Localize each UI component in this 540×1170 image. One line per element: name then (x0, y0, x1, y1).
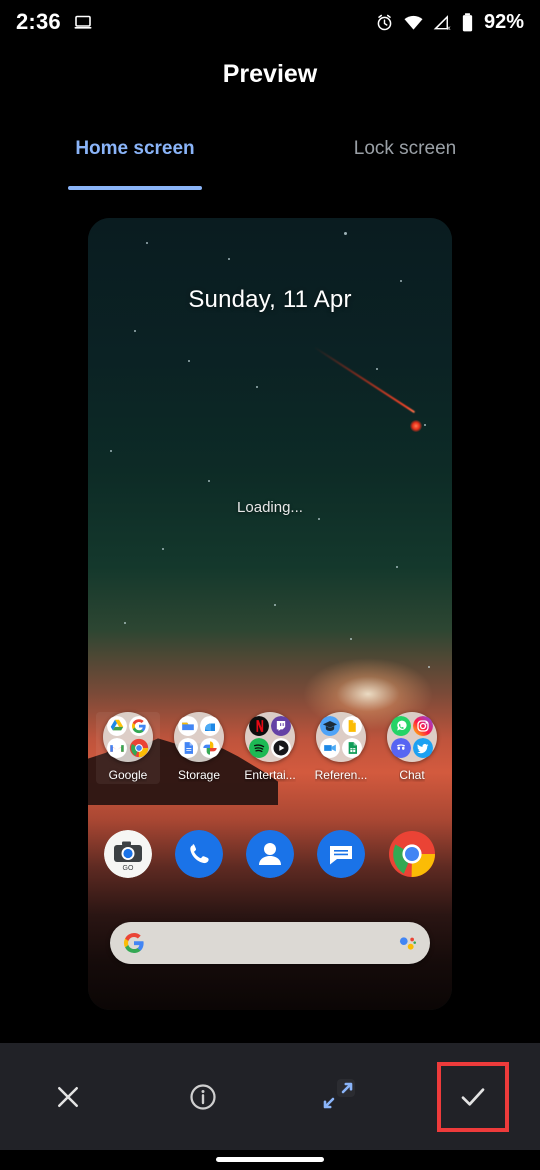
files-icon (178, 716, 198, 736)
messages-icon (317, 830, 365, 878)
apply-button[interactable] (436, 1061, 509, 1132)
wallpaper-loading-label: Loading... (237, 499, 303, 516)
home-folder-row: Google Storage Entertai... Referen... Ch… (96, 712, 444, 784)
toolbar-cell-apply (405, 1043, 540, 1150)
meteor-head-icon (410, 420, 422, 432)
folder-google-label: Google (108, 768, 148, 782)
toolbar-cell-info (135, 1043, 270, 1150)
tab-home-screen-label: Home screen (75, 138, 195, 159)
phone-icon (175, 830, 223, 878)
folder-storage-label: Storage (177, 768, 221, 782)
netflix-icon (249, 716, 269, 736)
svg-text:x: x (447, 25, 451, 32)
wallpaper-date-label: Sunday, 11 Apr (188, 286, 352, 313)
tab-bar: Home screen Lock screen (0, 128, 540, 190)
dock-item-chrome[interactable] (380, 830, 444, 878)
camera-go-icon: GO (104, 830, 152, 878)
contacts-icon (246, 830, 294, 878)
phone-screen: 2:36 x 92% Preview Home screen Lock scre… (0, 0, 540, 1170)
twitter-icon (413, 738, 433, 758)
toolbar-cell-expand (270, 1043, 405, 1150)
expand-button[interactable] (302, 1062, 374, 1132)
sheets-icon (342, 738, 362, 758)
discord-icon (391, 738, 411, 758)
folder-google-icon (103, 712, 153, 762)
folder-entertainment-label: Entertai... (244, 768, 296, 782)
battery-icon (462, 12, 473, 31)
tab-home-screen[interactable]: Home screen (0, 128, 270, 190)
status-bar-right-icons: x 92% (375, 11, 524, 34)
google-icon (129, 716, 149, 736)
chrome-icon (389, 831, 435, 878)
tab-selected-indicator (68, 186, 202, 190)
docs-icon (178, 738, 198, 758)
dock-item-camera[interactable]: GO (96, 830, 160, 878)
info-button[interactable] (167, 1062, 239, 1132)
laptop-cast-icon (74, 15, 92, 29)
close-icon (57, 1086, 78, 1107)
google-search-bar[interactable] (110, 922, 430, 964)
meet-icon (320, 738, 340, 758)
folder-entertainment[interactable]: Entertai... (238, 712, 302, 784)
photos-icon (200, 738, 220, 758)
folder-google[interactable]: Google (96, 712, 160, 784)
battery-percent-label: 92% (483, 10, 524, 33)
folder-reference[interactable]: Referen... (309, 712, 373, 784)
folder-chat-icon (387, 712, 437, 762)
keep-icon (342, 716, 362, 736)
folder-chat-label: Chat (399, 768, 425, 782)
dock-item-contacts[interactable] (238, 830, 302, 878)
tab-lock-screen-label: Lock screen (353, 138, 457, 159)
info-icon (189, 1083, 216, 1110)
gmail-icon (107, 738, 127, 758)
expand-icon (323, 1078, 355, 1108)
folder-chat[interactable]: Chat (380, 712, 444, 784)
dock-item-messages[interactable] (309, 830, 373, 878)
status-bar-clock: 2:36 (16, 9, 61, 34)
folder-storage-icon (174, 712, 224, 762)
cellular-no-signal-icon: x (433, 14, 451, 32)
bottom-toolbar (0, 1043, 540, 1150)
classroom-icon (320, 716, 340, 736)
folder-entertainment-icon (245, 712, 295, 762)
check-icon (461, 1087, 484, 1106)
drive-icon (107, 716, 127, 736)
instagram-icon (413, 716, 433, 736)
wifi-icon (404, 15, 423, 30)
whatsapp-icon (391, 716, 411, 736)
chrome-icon (129, 738, 149, 758)
wallpaper-stars (88, 218, 452, 1010)
home-screen-preview-card[interactable]: Sunday, 11 Apr Loading... Google Storage… (88, 218, 452, 1010)
tab-lock-screen[interactable]: Lock screen (270, 128, 540, 182)
youtube-icon (271, 738, 291, 758)
gesture-home-pill[interactable] (216, 1157, 324, 1162)
google-g-icon (124, 933, 144, 953)
status-bar: 2:36 x 92% (0, 0, 540, 44)
folder-reference-icon (316, 712, 366, 762)
close-button[interactable] (32, 1062, 104, 1132)
drive-blue-icon (200, 716, 220, 736)
folder-storage[interactable]: Storage (167, 712, 231, 784)
dock-item-phone[interactable] (167, 830, 231, 878)
status-bar-left-icons (73, 12, 93, 32)
alarm-icon (377, 14, 392, 30)
folder-reference-label: Referen... (314, 768, 368, 782)
google-assistant-icon (399, 937, 416, 950)
home-dock-row: GO (96, 830, 444, 878)
page-title: Preview (222, 60, 318, 88)
twitch-icon (271, 716, 291, 736)
toolbar-cell-close (0, 1043, 135, 1150)
svg-text:GO: GO (123, 865, 134, 872)
spotify-icon (249, 738, 269, 758)
